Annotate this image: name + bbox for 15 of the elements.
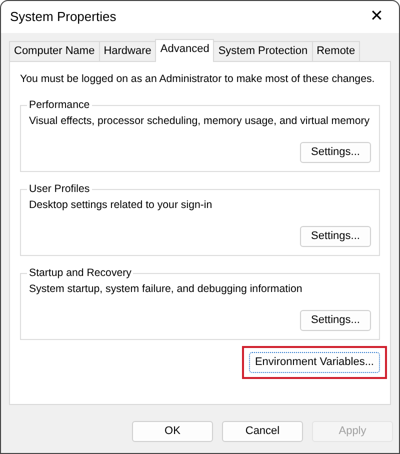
close-button[interactable]: ✕ <box>362 9 391 25</box>
notice-text: You must be logged on as an Administrator to make most of these changes. <box>20 72 376 87</box>
environment-variables-button[interactable]: Environment Variables... <box>248 352 380 373</box>
tab[interactable]: Remote <box>312 41 360 61</box>
settings-button[interactable]: Settings... <box>300 142 371 163</box>
tab[interactable]: Computer Name <box>9 41 100 61</box>
settings-button[interactable]: Settings... <box>300 310 371 331</box>
dialog-button[interactable]: Cancel <box>222 421 303 442</box>
window-title: System Properties <box>10 8 116 26</box>
settings-button[interactable]: Settings... <box>300 226 371 247</box>
dialog-button[interactable]: OK <box>132 421 213 442</box>
group-description: System startup, system failure, and debugging information <box>29 282 304 297</box>
group-description: Desktop settings related to your sign-in <box>29 198 214 213</box>
tab[interactable]: Advanced <box>155 39 214 62</box>
group-description: Visual effects, processor scheduling, memory usage, and virtual memory <box>29 114 371 129</box>
